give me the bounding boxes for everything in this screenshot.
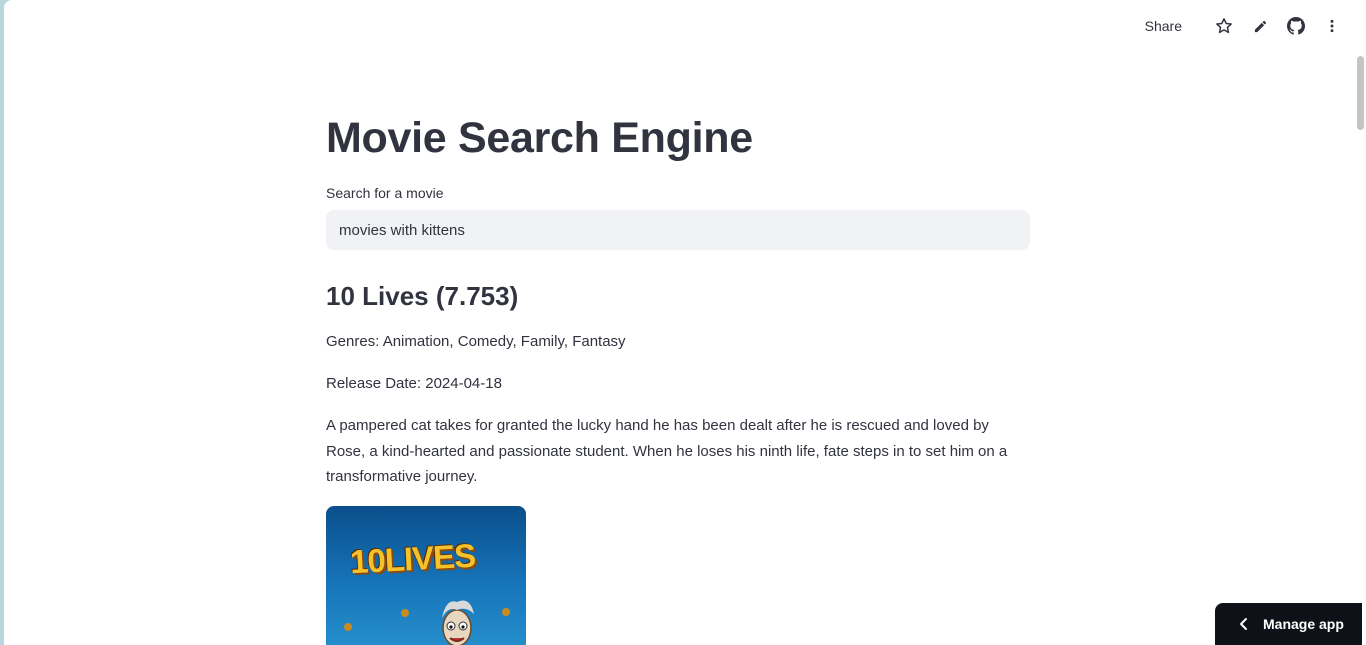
result-overview: A pampered cat takes for granted the luc… xyxy=(326,417,1008,485)
main-content: Movie Search Engine Search for a movie 1… xyxy=(326,108,1030,645)
result-genres: Genres: Animation, Comedy, Family, Fanta… xyxy=(326,333,626,350)
result-title: 10 Lives (7.753) xyxy=(326,281,519,311)
manage-app-label: Manage app xyxy=(1263,616,1344,632)
search-label: Search for a movie xyxy=(326,185,444,201)
search-input[interactable] xyxy=(326,210,1030,250)
scrollbar[interactable] xyxy=(1354,0,1366,645)
result-item: 10 Lives (7.753) Genres: Animation, Come… xyxy=(326,280,1030,645)
result-release-date: Release Date: 2024-04-18 xyxy=(326,375,502,392)
app-frame: Share Movie Search Engine Search for a m… xyxy=(4,0,1366,645)
manage-app-button[interactable]: Manage app xyxy=(1215,603,1362,645)
pencil-icon[interactable] xyxy=(1248,14,1272,38)
poster-art xyxy=(344,600,510,645)
movie-poster: 10LIVES xyxy=(326,505,526,645)
page-title: Movie Search Engine xyxy=(326,114,753,162)
share-button[interactable]: Share xyxy=(1145,18,1182,34)
top-toolbar: Share xyxy=(1145,14,1344,38)
star-icon[interactable] xyxy=(1212,14,1236,38)
github-icon[interactable] xyxy=(1284,14,1308,38)
more-vertical-icon[interactable] xyxy=(1320,14,1344,38)
scrollbar-thumb[interactable] xyxy=(1357,56,1364,130)
chevron-left-icon xyxy=(1239,617,1249,631)
